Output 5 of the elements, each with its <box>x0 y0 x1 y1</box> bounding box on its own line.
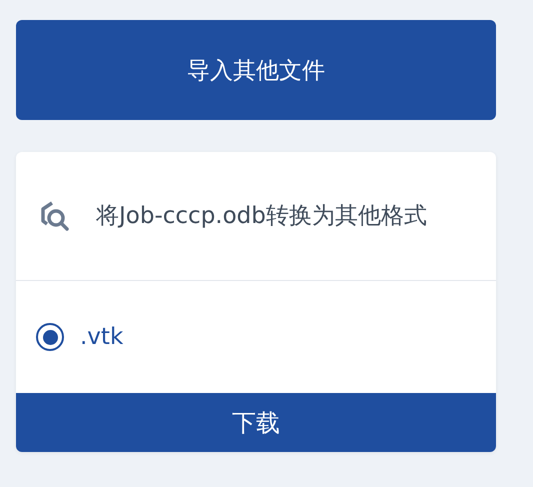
import-files-button[interactable]: 导入其他文件 <box>16 20 496 120</box>
radio-button[interactable] <box>36 323 64 351</box>
convert-title: 将Job-cccp.odb转换为其他格式 <box>96 202 428 231</box>
format-label: .vtk <box>80 324 124 350</box>
download-button[interactable]: 下载 <box>16 393 496 452</box>
